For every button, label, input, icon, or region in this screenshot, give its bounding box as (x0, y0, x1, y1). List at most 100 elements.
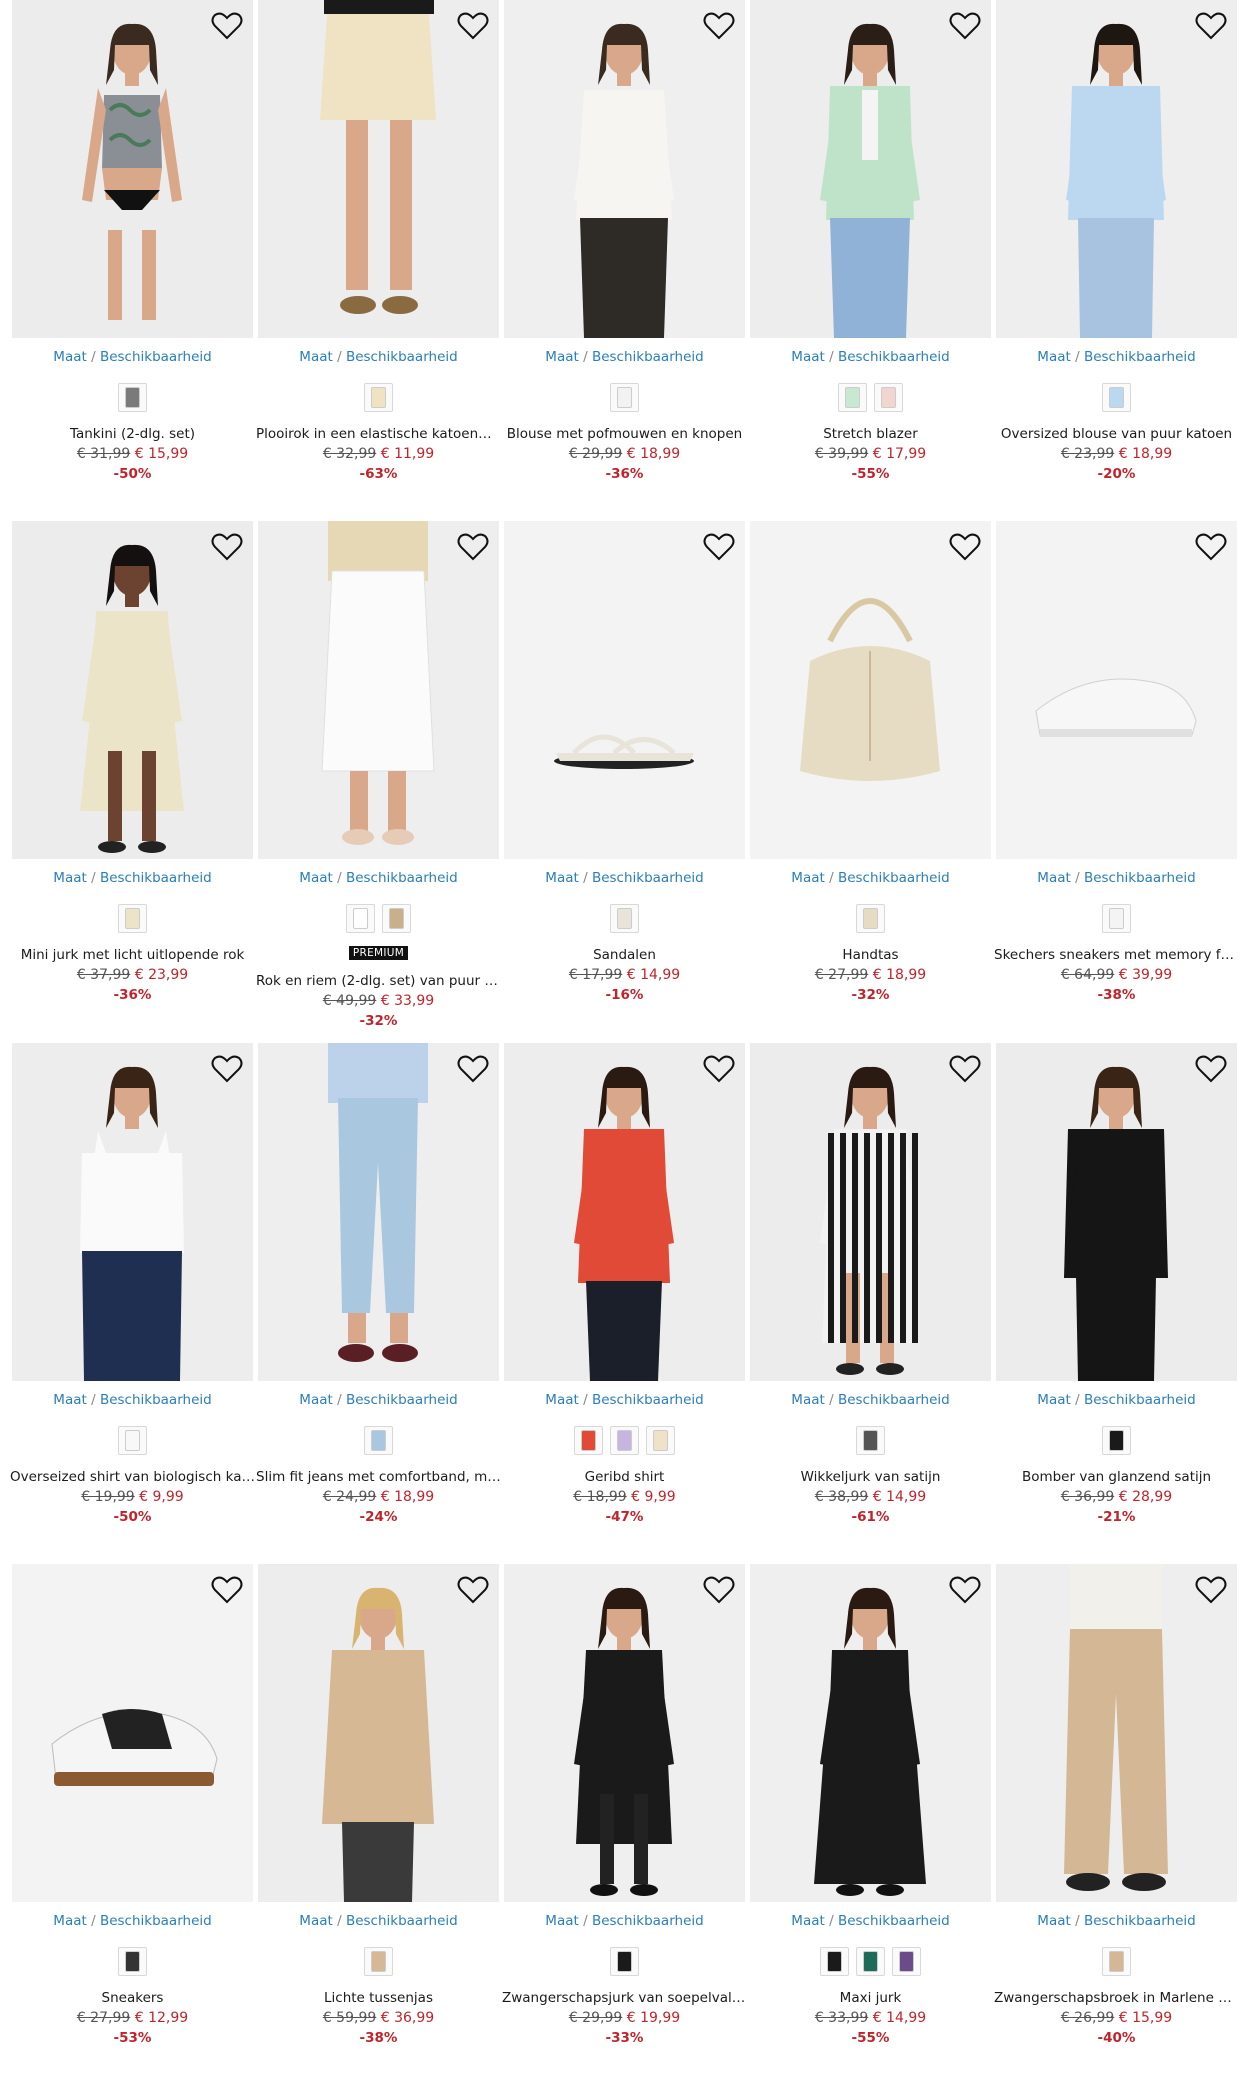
product-image[interactable] (504, 1564, 745, 1902)
color-swatch[interactable] (820, 1947, 849, 1976)
product-card[interactable]: Maat / Beschikbaarheid Zwangerschapsbroek… (994, 1564, 1239, 2064)
product-title[interactable]: Stretch blazer (748, 426, 993, 442)
product-image[interactable] (996, 1564, 1237, 1902)
heart-icon[interactable] (947, 1572, 983, 1608)
product-card[interactable]: Maat / Beschikbaarheid Skechers sneakers … (994, 521, 1239, 1021)
color-swatch[interactable] (118, 1947, 147, 1976)
size-availability-link[interactable]: Maat / Beschikbaarheid (12, 1392, 253, 1408)
heart-icon[interactable] (455, 1572, 491, 1608)
size-availability-link[interactable]: Maat / Beschikbaarheid (12, 349, 253, 365)
product-image[interactable] (504, 1043, 745, 1381)
product-title[interactable]: Wikkeljurk van satijn (748, 1469, 993, 1485)
product-title[interactable]: Blouse met pofmouwen en knopen (502, 426, 747, 442)
heart-icon[interactable] (455, 529, 491, 565)
product-card[interactable]: Maat / Beschikbaarheid Stretch blazer € 39… (750, 0, 991, 500)
product-image[interactable] (750, 521, 991, 859)
product-title[interactable]: Plooirok in een elastische katoenmix (256, 426, 501, 442)
product-title[interactable]: Oversized blouse van puur katoen (994, 426, 1239, 442)
color-swatch[interactable] (610, 1947, 639, 1976)
product-title[interactable]: Maxi jurk (748, 1990, 993, 2006)
product-image[interactable] (750, 1043, 991, 1381)
product-card[interactable]: Maat / Beschikbaarheid Tankini (2-dlg. se… (12, 0, 253, 500)
heart-icon[interactable] (209, 8, 245, 44)
heart-icon[interactable] (1193, 1051, 1229, 1087)
product-card[interactable]: Maat / Beschikbaarheid Mini jurk met lich… (12, 521, 253, 1021)
product-title[interactable]: Zwangerschapsbroek in Marlene Dietrich s… (994, 1990, 1239, 2006)
product-image[interactable] (504, 0, 745, 338)
product-card[interactable]: Maat / Beschikbaarheid PREMIUM Rok en riem… (256, 521, 501, 1029)
size-availability-link[interactable]: Maat / Beschikbaarheid (12, 870, 253, 886)
heart-icon[interactable] (209, 1572, 245, 1608)
heart-icon[interactable] (947, 529, 983, 565)
color-swatch[interactable] (1102, 904, 1131, 933)
color-swatch[interactable] (118, 904, 147, 933)
product-card[interactable]: Maat / Beschikbaarheid Handtas € 27,99 € 1… (750, 521, 991, 1021)
product-card[interactable]: Maat / Beschikbaarheid Zwangerschapsjurk … (502, 1564, 747, 2064)
product-title[interactable]: Zwangerschapsjurk van soepelvallende vis… (502, 1990, 747, 2006)
product-title[interactable]: Tankini (2-dlg. set) (10, 426, 255, 442)
heart-icon[interactable] (455, 1051, 491, 1087)
size-availability-link[interactable]: Maat / Beschikbaarheid (504, 870, 745, 886)
heart-icon[interactable] (701, 529, 737, 565)
product-card[interactable]: Maat / Beschikbaarheid Sneakers € 27,99 € … (12, 1564, 253, 2064)
product-title[interactable]: Geribd shirt (502, 1469, 747, 1485)
size-availability-link[interactable]: Maat / Beschikbaarheid (504, 349, 745, 365)
product-title[interactable]: Skechers sneakers met memory foam (994, 947, 1239, 963)
color-swatch[interactable] (874, 383, 903, 412)
product-image[interactable] (258, 1564, 499, 1902)
product-image[interactable] (12, 1564, 253, 1902)
product-image[interactable] (504, 521, 745, 859)
size-availability-link[interactable]: Maat / Beschikbaarheid (996, 1913, 1237, 1929)
product-title[interactable]: Handtas (748, 947, 993, 963)
color-swatch[interactable] (610, 1426, 639, 1455)
heart-icon[interactable] (1193, 529, 1229, 565)
product-card[interactable]: Maat / Beschikbaarheid Slim fit jeans met… (256, 1043, 501, 1543)
product-card[interactable]: Maat / Beschikbaarheid Wikkeljurk van sat… (750, 1043, 991, 1543)
size-availability-link[interactable]: Maat / Beschikbaarheid (504, 1392, 745, 1408)
heart-icon[interactable] (701, 1572, 737, 1608)
color-swatch[interactable] (610, 904, 639, 933)
size-availability-link[interactable]: Maat / Beschikbaarheid (996, 1392, 1237, 1408)
product-card[interactable]: Maat / Beschikbaarheid Oversized blouse v… (996, 0, 1237, 500)
size-availability-link[interactable]: Maat / Beschikbaarheid (750, 870, 991, 886)
product-title[interactable]: Bomber van glanzend satijn (994, 1469, 1239, 1485)
color-swatch[interactable] (364, 1426, 393, 1455)
heart-icon[interactable] (701, 8, 737, 44)
product-title[interactable]: Lichte tussenjas (256, 1990, 501, 2006)
color-swatch[interactable] (346, 904, 375, 933)
size-availability-link[interactable]: Maat / Beschikbaarheid (258, 1913, 499, 1929)
size-availability-link[interactable]: Maat / Beschikbaarheid (750, 349, 991, 365)
product-image[interactable] (12, 0, 253, 338)
product-title[interactable]: Rok en riem (2-dlg. set) van puur linnen (256, 973, 501, 989)
heart-icon[interactable] (947, 8, 983, 44)
product-card[interactable]: Maat / Beschikbaarheid Blouse met pofmouw… (504, 0, 745, 500)
product-image[interactable] (258, 1043, 499, 1381)
heart-icon[interactable] (701, 1051, 737, 1087)
product-title[interactable]: Mini jurk met licht uitlopende rok (10, 947, 255, 963)
product-image[interactable] (996, 1043, 1237, 1381)
heart-icon[interactable] (209, 529, 245, 565)
color-swatch[interactable] (856, 1947, 885, 1976)
color-swatch[interactable] (1102, 1426, 1131, 1455)
size-availability-link[interactable]: Maat / Beschikbaarheid (750, 1913, 991, 1929)
product-image[interactable] (258, 521, 499, 859)
color-swatch[interactable] (892, 1947, 921, 1976)
color-swatch[interactable] (838, 383, 867, 412)
product-card[interactable]: Maat / Beschikbaarheid Maxi jurk € 33,99 €… (750, 1564, 991, 2064)
size-availability-link[interactable]: Maat / Beschikbaarheid (996, 870, 1237, 886)
product-card[interactable]: Maat / Beschikbaarheid Sandalen € 17,99 € … (504, 521, 745, 1021)
product-card[interactable]: Maat / Beschikbaarheid Plooirok in een el… (256, 0, 501, 500)
product-image[interactable] (996, 521, 1237, 859)
size-availability-link[interactable]: Maat / Beschikbaarheid (504, 1913, 745, 1929)
product-card[interactable]: Maat / Beschikbaarheid Bomber van glanzen… (996, 1043, 1237, 1543)
product-image[interactable] (750, 1564, 991, 1902)
product-image[interactable] (996, 0, 1237, 338)
color-swatch[interactable] (118, 1426, 147, 1455)
product-title[interactable]: Sneakers (10, 1990, 255, 2006)
size-availability-link[interactable]: Maat / Beschikbaarheid (750, 1392, 991, 1408)
product-title[interactable]: Overseized shirt van biologisch katoen (10, 1469, 255, 1485)
size-availability-link[interactable]: Maat / Beschikbaarheid (258, 1392, 499, 1408)
product-title[interactable]: Sandalen (502, 947, 747, 963)
size-availability-link[interactable]: Maat / Beschikbaarheid (258, 349, 499, 365)
product-title[interactable]: Slim fit jeans met comfortband, mid wais… (256, 1469, 501, 1485)
